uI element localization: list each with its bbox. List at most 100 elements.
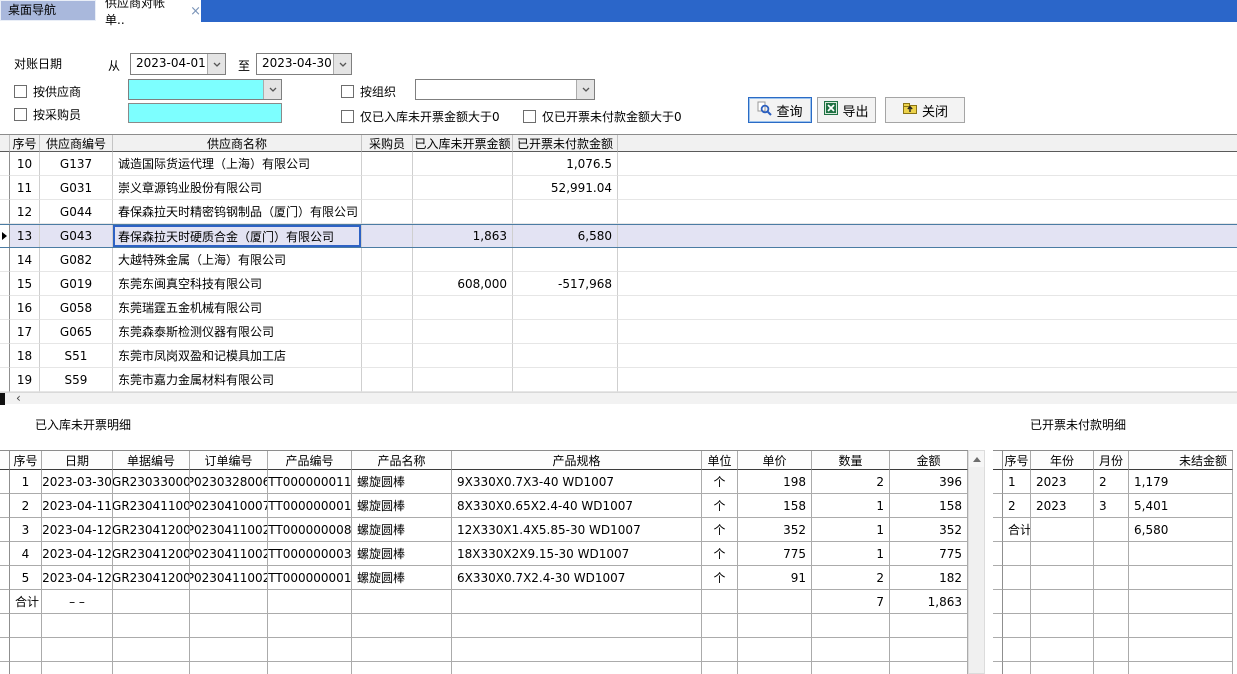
chevron-down-icon[interactable] — [207, 54, 225, 74]
record-selector[interactable] — [0, 662, 10, 674]
supplier-grid[interactable]: 序号供应商编号供应商名称采购员已入库未开票金额已开票未付款金额10G137诚造国… — [0, 134, 1237, 392]
table-row[interactable]: 13G043春保森拉天时硬质合金（厦门）有限公司1,8636,580 — [0, 224, 1237, 248]
tab-desktop-navigation[interactable]: 桌面导航 — [0, 0, 96, 21]
by-org-checkbox[interactable] — [341, 85, 354, 98]
table-row[interactable] — [0, 662, 968, 674]
record-selector[interactable] — [993, 494, 1003, 518]
chevron-down-icon[interactable] — [333, 54, 351, 74]
table-row[interactable]: 18S51东莞市凤岗双盈和记模具加工店 — [0, 344, 1237, 368]
table-row[interactable]: 32023-04-12CGR230412006P0230411002CTT000… — [0, 518, 968, 542]
record-selector[interactable] — [0, 368, 10, 392]
record-selector[interactable] — [0, 518, 10, 542]
record-selector[interactable] — [0, 225, 10, 247]
col-header[interactable]: 已入库未开票金额 — [413, 135, 513, 152]
chevron-down-icon[interactable] — [576, 80, 594, 99]
close-icon[interactable]: × — [190, 5, 201, 18]
col-header[interactable]: 数量 — [812, 451, 890, 470]
record-selector[interactable] — [0, 542, 10, 566]
record-selector[interactable] — [0, 200, 10, 224]
col-header[interactable]: 采购员 — [362, 135, 413, 152]
record-selector[interactable] — [0, 152, 10, 176]
col-header[interactable]: 序号 — [10, 451, 42, 470]
table-row[interactable]: 15G019东莞东闽真空科技有限公司608,000-517,968 — [0, 272, 1237, 296]
record-selector[interactable] — [993, 451, 1003, 470]
table-row[interactable]: 17G065东莞森泰斯检测仪器有限公司 — [0, 320, 1237, 344]
col-header[interactable]: 序号 — [1003, 451, 1031, 470]
table-row[interactable]: 52023-04-12CGR230412006P0230411002CTT000… — [0, 566, 968, 590]
col-header[interactable]: 金额 — [890, 451, 968, 470]
record-selector[interactable] — [0, 248, 10, 272]
col-header[interactable]: 产品编号 — [268, 451, 352, 470]
by-supplier-checkbox[interactable] — [14, 85, 27, 98]
only-received-checkbox[interactable] — [341, 110, 354, 123]
record-selector[interactable] — [0, 320, 10, 344]
col-header[interactable]: 序号 — [10, 135, 40, 152]
col-header[interactable]: 订单编号 — [190, 451, 268, 470]
table-row[interactable]: 11G031崇义章源钨业股份有限公司52,991.04 — [0, 176, 1237, 200]
col-header[interactable]: 日期 — [42, 451, 113, 470]
col-header[interactable]: 供应商名称 — [113, 135, 362, 152]
org-select[interactable] — [415, 79, 595, 100]
table-row[interactable] — [993, 590, 1233, 614]
col-header[interactable]: 产品规格 — [452, 451, 702, 470]
record-selector[interactable] — [0, 638, 10, 662]
record-selector[interactable] — [0, 470, 10, 494]
record-selector[interactable] — [993, 566, 1003, 590]
vertical-scrollbar[interactable] — [968, 450, 985, 674]
record-selector[interactable] — [0, 135, 10, 152]
table-row[interactable] — [0, 614, 968, 638]
col-header[interactable]: 年份 — [1031, 451, 1094, 470]
table-row[interactable]: 合计6,580 — [993, 518, 1233, 542]
export-button[interactable]: 导出 — [817, 97, 876, 123]
table-row[interactable] — [993, 662, 1233, 674]
table-row[interactable]: 1202321,179 — [993, 470, 1233, 494]
col-header[interactable]: 月份 — [1094, 451, 1129, 470]
record-selector[interactable] — [0, 566, 10, 590]
record-selector[interactable] — [993, 614, 1003, 638]
record-selector[interactable] — [0, 494, 10, 518]
record-selector[interactable] — [993, 590, 1003, 614]
record-selector[interactable] — [0, 590, 10, 614]
table-row[interactable]: 10G137诚造国际货运代理（上海）有限公司1,076.5 — [0, 152, 1237, 176]
buyer-input[interactable] — [128, 103, 282, 123]
record-selector[interactable] — [993, 662, 1003, 674]
table-row[interactable]: 12023-03-30CGR230330001P0230328006CTT000… — [0, 470, 968, 494]
chevron-down-icon[interactable] — [263, 80, 281, 99]
table-row[interactable]: 16G058东莞瑞霆五金机械有限公司 — [0, 296, 1237, 320]
table-row[interactable]: 12G044春保森拉天时精密钨钢制品（厦门）有限公司 — [0, 200, 1237, 224]
from-date-select[interactable]: 2023-04-01 — [130, 53, 226, 75]
table-row[interactable]: 2202335,401 — [993, 494, 1233, 518]
horizontal-scrollbar[interactable]: ‹ — [0, 392, 1237, 404]
table-row[interactable] — [993, 542, 1233, 566]
col-header[interactable]: 未结金额 — [1129, 451, 1233, 470]
record-selector[interactable] — [0, 176, 10, 200]
table-row[interactable] — [993, 566, 1233, 590]
scroll-left-icon[interactable]: ‹ — [16, 392, 21, 404]
col-header[interactable]: 产品名称 — [352, 451, 452, 470]
col-header[interactable]: 单位 — [702, 451, 738, 470]
query-button[interactable]: 查询 — [748, 97, 812, 123]
table-row[interactable]: 22023-04-11CGR230411007P0230410007CTT000… — [0, 494, 968, 518]
supplier-select[interactable] — [128, 79, 282, 100]
table-row[interactable]: 14G082大越特殊金属（上海）有限公司 — [0, 248, 1237, 272]
col-header[interactable]: 单据编号 — [113, 451, 190, 470]
table-row[interactable] — [993, 614, 1233, 638]
by-buyer-checkbox[interactable] — [14, 108, 27, 121]
table-row[interactable] — [993, 638, 1233, 662]
instock-detail-grid[interactable]: 序号日期单据编号订单编号产品编号产品名称产品规格单位单价数量金额12023-03… — [0, 450, 968, 674]
to-date-select[interactable]: 2023-04-30 — [256, 53, 352, 75]
record-selector[interactable] — [993, 542, 1003, 566]
only-invoiced-checkbox[interactable] — [523, 110, 536, 123]
record-selector[interactable] — [993, 518, 1003, 542]
table-row[interactable] — [0, 638, 968, 662]
scroll-up-icon[interactable] — [969, 451, 984, 467]
close-button[interactable]: 关闭 — [885, 97, 965, 123]
record-selector[interactable] — [993, 470, 1003, 494]
record-selector[interactable] — [0, 296, 10, 320]
table-row[interactable]: 合计– –71,863 — [0, 590, 968, 614]
table-row[interactable]: 42023-04-12CGR230412006P0230411002CTT000… — [0, 542, 968, 566]
record-selector[interactable] — [0, 451, 10, 470]
tab-supplier-statement[interactable]: 供应商对帐单.. × — [97, 0, 201, 22]
record-selector[interactable] — [0, 344, 10, 368]
col-header[interactable]: 供应商编号 — [40, 135, 113, 152]
